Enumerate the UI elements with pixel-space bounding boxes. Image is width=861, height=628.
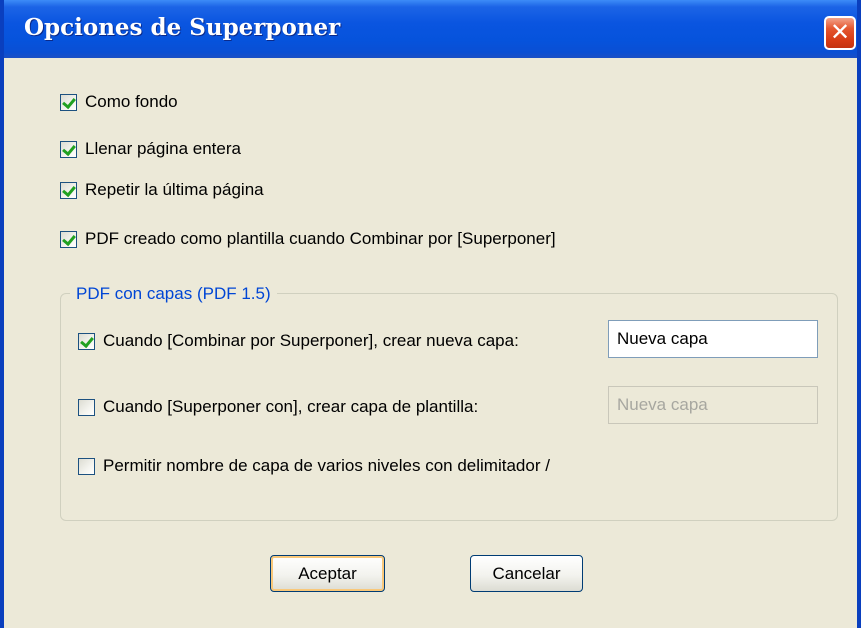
checkbox-como-fondo[interactable]	[60, 93, 77, 111]
checkbox-repetir-pagina[interactable]	[60, 181, 77, 199]
option-capa-plantilla[interactable]: Cuando [Superponer con], crear capa de p…	[78, 397, 478, 417]
checkbox-nombre-varios-niveles[interactable]	[78, 457, 95, 475]
template-layer-name-input	[608, 386, 818, 424]
close-button[interactable]: ✕	[824, 16, 856, 50]
checkbox-capa-plantilla[interactable]	[78, 398, 95, 416]
option-repetir-pagina[interactable]: Repetir la última página	[60, 180, 264, 200]
option-label: Llenar página entera	[85, 139, 241, 158]
layers-group-legend: PDF con capas (PDF 1.5)	[70, 284, 277, 304]
option-label: Permitir nombre de capa de varios nivele…	[103, 456, 550, 475]
close-icon: ✕	[829, 19, 851, 46]
option-label: PDF creado como plantilla cuando Combina…	[85, 229, 556, 248]
option-label: Cuando [Combinar por Superponer], crear …	[103, 331, 519, 350]
checkbox-pdf-plantilla[interactable]	[60, 230, 77, 248]
title-bar[interactable]: Opciones de Superponer ✕	[4, 0, 857, 58]
option-como-fondo[interactable]: Como fondo	[60, 92, 178, 112]
option-label: Repetir la última página	[85, 180, 264, 199]
option-label: Cuando [Superponer con], crear capa de p…	[103, 397, 479, 416]
window-title: Opciones de Superponer	[24, 14, 341, 41]
option-nueva-capa[interactable]: Cuando [Combinar por Superponer], crear …	[78, 331, 608, 351]
checkbox-llenar-pagina[interactable]	[60, 140, 77, 158]
option-llenar-pagina[interactable]: Llenar página entera	[60, 139, 241, 159]
cancel-button[interactable]: Cancelar	[470, 555, 583, 592]
option-nombre-varios-niveles[interactable]: Permitir nombre de capa de varios nivele…	[78, 456, 550, 476]
option-pdf-plantilla[interactable]: PDF creado como plantilla cuando Combina…	[60, 229, 556, 249]
option-label: Como fondo	[85, 92, 178, 111]
checkbox-nueva-capa[interactable]	[78, 332, 95, 350]
ok-button[interactable]: Aceptar	[270, 555, 385, 592]
new-layer-name-input[interactable]	[608, 320, 818, 358]
